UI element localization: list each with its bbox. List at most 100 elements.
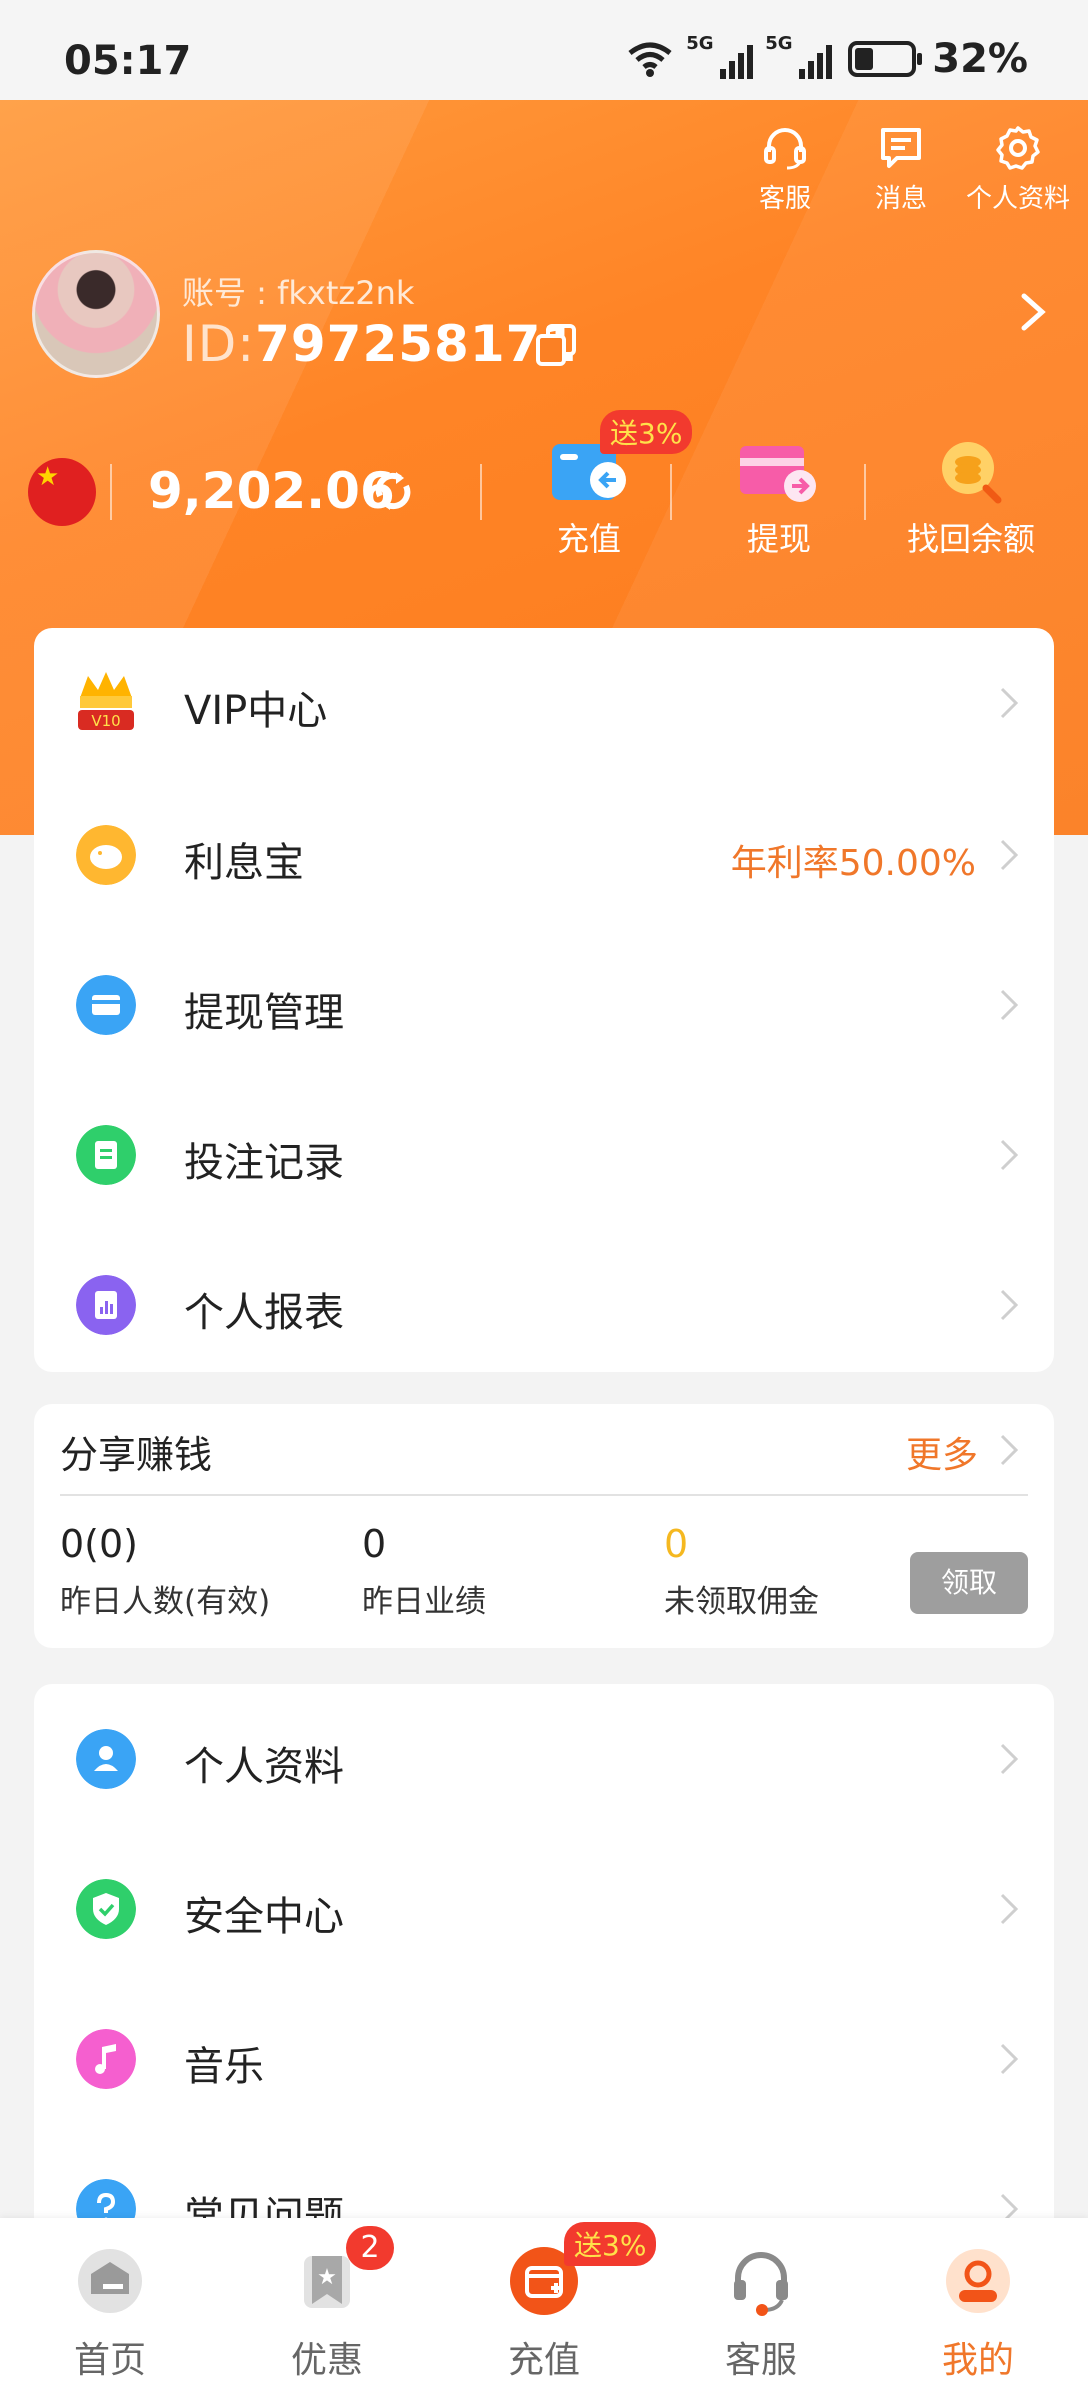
divider [60,1494,1028,1496]
menu-item-music[interactable]: 音乐 [34,1984,1054,2134]
user-profile-icon [946,2249,1010,2313]
menu-item-label: 利息宝 [184,840,304,886]
chevron-right-icon[interactable] [998,1432,1020,1468]
recharge-bonus-badge: 送3% [600,410,693,454]
music-note-icon [76,2029,136,2089]
user-id: ID:797258171 [182,315,577,373]
vip-crown-icon: V10 [78,672,134,730]
user-id-value: 797258171 [255,315,578,373]
refresh-icon[interactable] [370,468,416,514]
tab-service[interactable]: 客服 [691,2244,831,2383]
vip-level: V10 [91,712,120,730]
tab-label: 我的 [941,2340,1014,2381]
home-icon [78,2249,142,2313]
coin-search-icon [932,440,1010,506]
menu-item-profile[interactable]: 个人资料 [34,1684,1054,1834]
avatar[interactable] [32,250,160,378]
chevron-right-icon [1000,687,1019,719]
promotions-count-badge: 2 [346,2226,394,2270]
tab-label: 首页 [73,2340,146,2381]
menu-item-personal-report[interactable]: 个人报表 [34,1230,1054,1380]
chevron-right-icon [1000,1139,1019,1171]
chevron-right-icon[interactable] [1016,290,1050,334]
tab-label: 优惠 [290,2340,363,2381]
withdraw-button[interactable]: 提现 [704,440,854,560]
menu-item-interest[interactable]: 利息宝 年利率50.00% [34,780,1054,930]
stat-label: 未领取佣金 [664,1584,819,1620]
recharge-label: 充值 [556,520,621,558]
share-title: 分享赚钱 [60,1433,213,1477]
profile-settings-button[interactable]: 个人资料 [962,124,1074,215]
menu-item-label: 个人资料 [184,1744,344,1790]
signal-icon: 5G [686,33,754,79]
wallet-icon [76,975,136,1035]
chevron-right-icon [1000,1743,1019,1775]
annual-rate: 年利率50.00% [730,843,976,884]
profile-settings-label: 个人资料 [965,184,1070,214]
svg-text:★: ★ [317,2265,337,2290]
battery-icon [848,41,923,77]
divider [864,464,866,520]
battery-percent: 32% [932,36,1028,82]
menu-item-label: 提现管理 [184,990,344,1036]
headset-icon [734,2252,788,2316]
menu-item-bet-records[interactable]: 投注记录 [34,1080,1054,1230]
status-time: 05:17 [64,38,192,84]
chevron-right-icon [1000,2043,1019,2075]
divider [110,464,112,520]
tab-label: 客服 [724,2340,797,2381]
stat-value: 0(0) [60,1522,139,1566]
chevron-right-icon [1000,1289,1019,1321]
stat-value: 0 [664,1522,689,1566]
divider [480,464,482,520]
message-icon [881,128,921,168]
claim-button[interactable]: 领取 [910,1552,1028,1614]
status-icons: 5G 5G 32% [626,33,1028,82]
service-label: 客服 [758,184,811,214]
balance-amount: 9,202.06 [148,462,395,520]
tab-home[interactable]: 首页 [40,2244,180,2383]
copy-icon[interactable] [534,322,578,368]
withdraw-label: 提现 [746,520,811,558]
menu-item-label: 安全中心 [184,1894,344,1940]
chevron-right-icon [1000,989,1019,1021]
service-button[interactable]: 客服 [730,124,840,215]
share-more-link[interactable]: 更多 [906,1426,978,1478]
recharge-tab-bonus-badge: 送3% [564,2222,657,2266]
bottom-tab-bar: 首页 ★ 优惠 充值 客服 我的 [0,2218,1088,2400]
recover-balance-label: 找回余额 [906,520,1035,558]
menu-item-vip[interactable]: V10 VIP中心 [34,628,1054,778]
network-label-2: 5G [765,33,793,54]
signal-icon: 5G [765,33,833,79]
stat-value: 0 [362,1522,387,1566]
stat-label: 昨日人数(有效) [60,1584,271,1620]
menu-item-label: 个人报表 [184,1290,344,1336]
shield-icon [76,1879,136,1939]
report-icon [76,1275,136,1335]
status-bar: 05:17 5G 5G 32% [0,0,1088,100]
menu-card-settings: 个人资料 安全中心 音乐 常见问题 [34,1684,1054,2284]
divider [670,464,672,520]
gear-icon [996,126,1040,170]
tab-label: 充值 [507,2340,580,2381]
share-earn-card: 分享赚钱 更多 0(0) 昨日人数(有效) 0 昨日业绩 0 未领取佣金 领取 [34,1404,1054,1648]
menu-item-label: 投注记录 [184,1140,344,1186]
account-name: 账号 : fkxtz2nk [182,274,415,312]
recharge-button[interactable]: 充值 [514,440,664,560]
piggy-bank-icon [76,825,136,885]
menu-item-security[interactable]: 安全中心 [34,1834,1054,1984]
messages-button[interactable]: 消息 [846,124,956,215]
network-label-1: 5G [686,33,714,54]
headset-icon [764,128,806,170]
user-id-prefix: ID: [182,315,256,373]
chevron-right-icon [1000,1893,1019,1925]
menu-item-label: VIP中心 [184,688,328,734]
user-icon [76,1729,136,1789]
clipboard-icon [76,1125,136,1185]
withdraw-card-icon [740,440,818,506]
china-flag-icon: ★ [28,458,96,526]
menu-item-withdraw-management[interactable]: 提现管理 [34,930,1054,1080]
wifi-icon [628,42,672,77]
tab-mine[interactable]: 我的 [908,2244,1048,2383]
recover-balance-button[interactable]: 找回余额 [896,440,1046,560]
